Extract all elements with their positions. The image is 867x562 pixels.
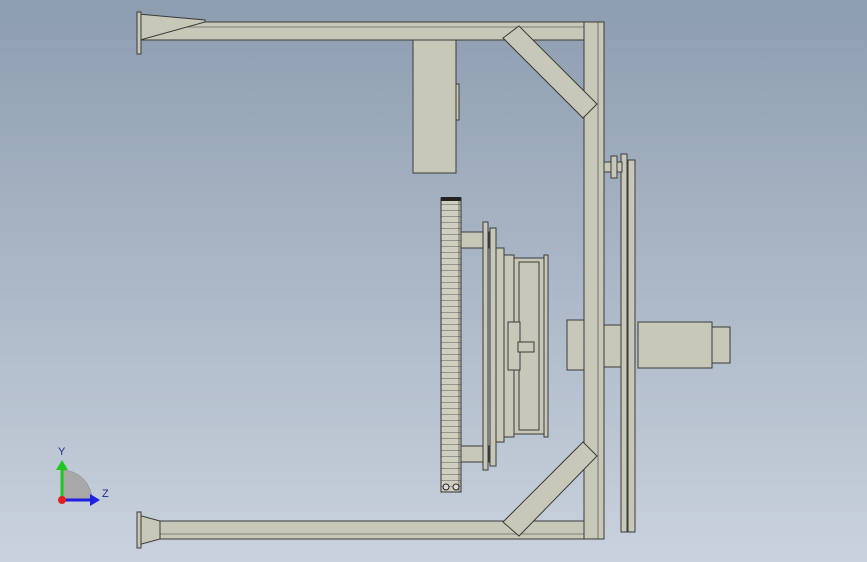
- bottom-beam[interactable]: [139, 520, 605, 540]
- y-axis-label: Y: [58, 446, 66, 458]
- hanging-box[interactable]: [412, 39, 457, 174]
- motor-end-cap[interactable]: [711, 326, 731, 364]
- motor-coupling[interactable]: [566, 319, 585, 371]
- x-axis-dot: [58, 496, 66, 504]
- top-beam[interactable]: [139, 21, 605, 41]
- cad-viewport[interactable]: Y Z: [0, 0, 867, 562]
- z-axis-label: Z: [102, 488, 109, 500]
- motor-body[interactable]: [637, 321, 713, 369]
